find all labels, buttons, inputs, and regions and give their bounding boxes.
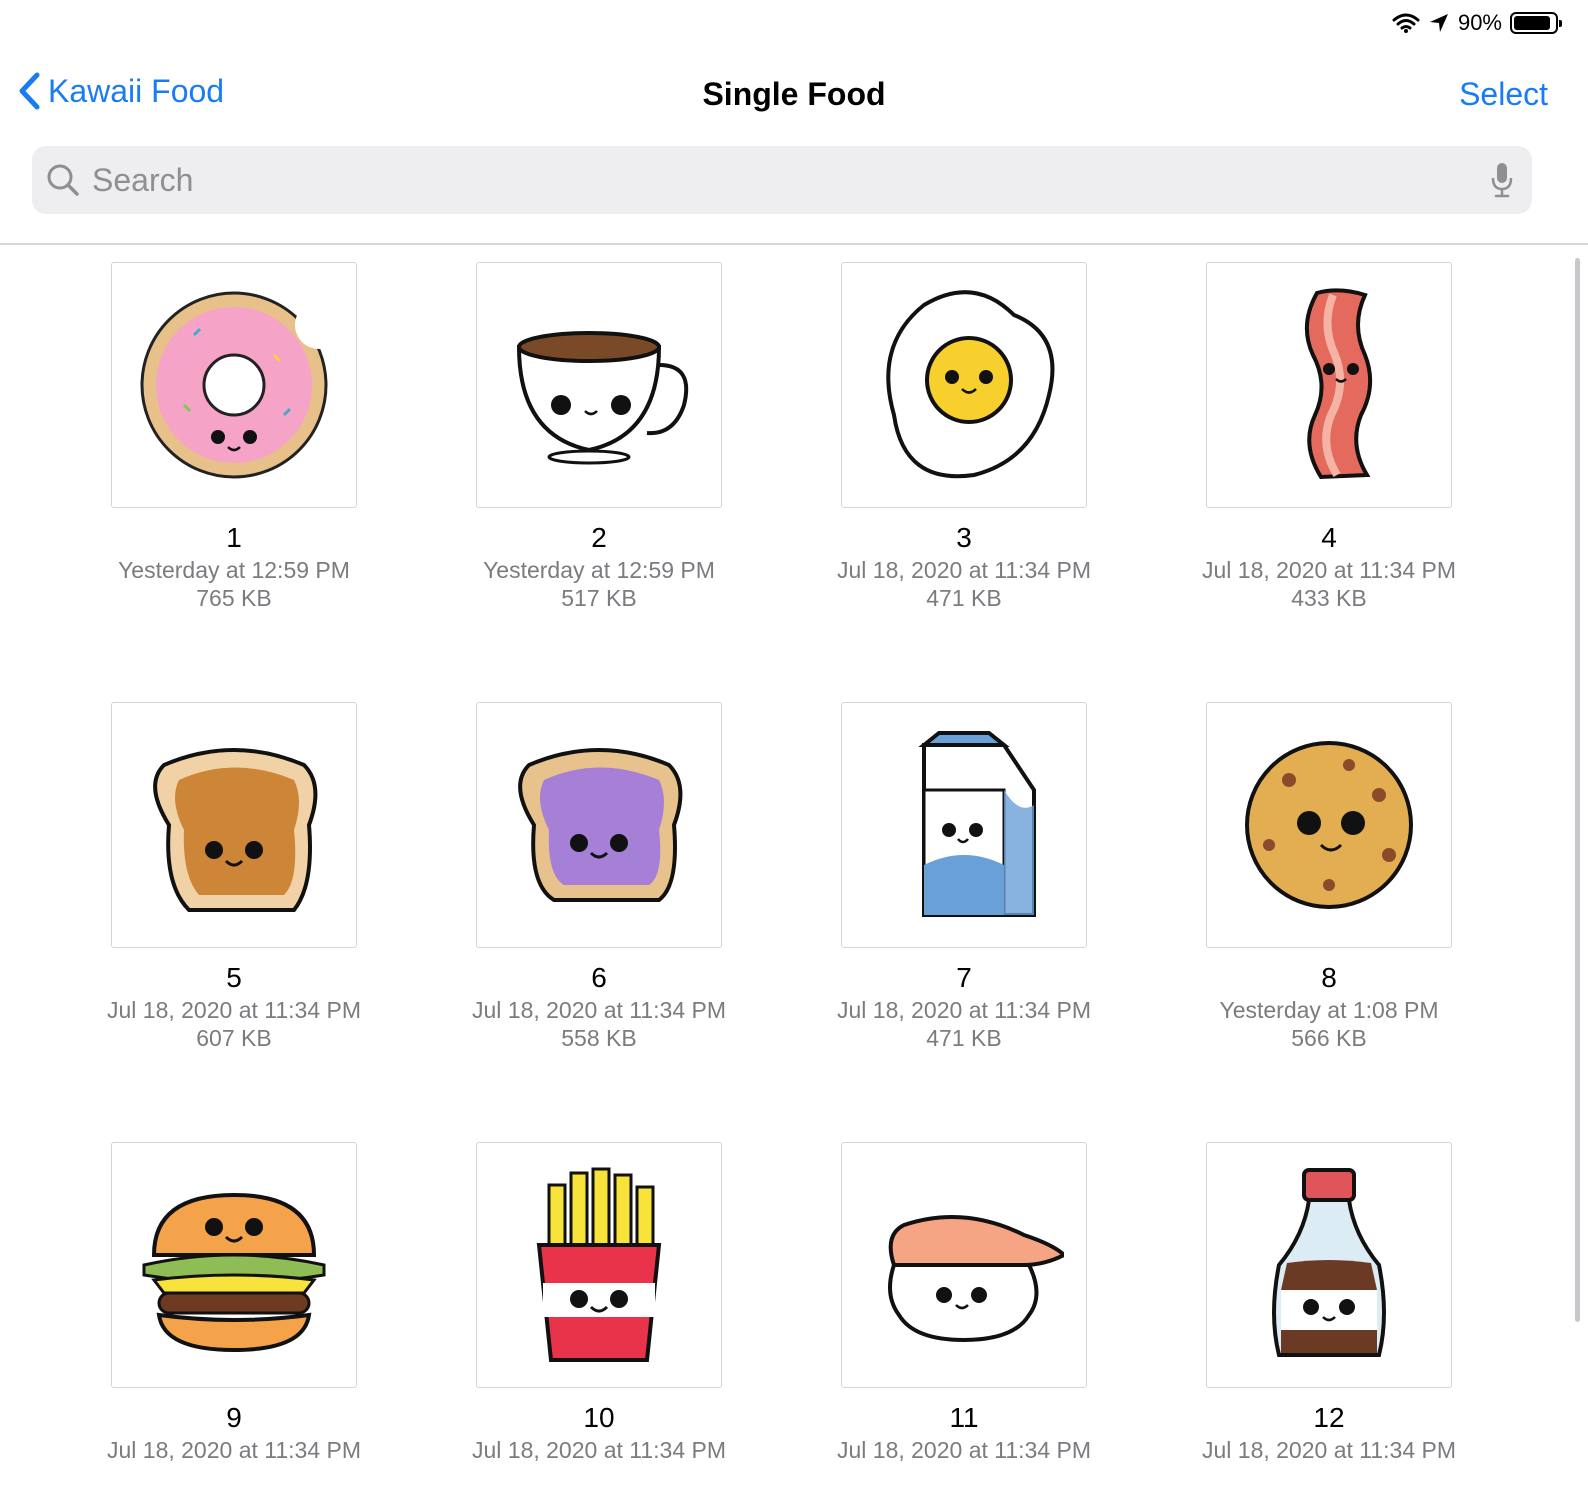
- file-item[interactable]: 10 Jul 18, 2020 at 11:34 PM: [449, 1142, 749, 1466]
- file-thumbnail[interactable]: [841, 262, 1087, 508]
- file-thumbnail[interactable]: [1206, 262, 1452, 508]
- navigation-bar: Kawaii Food Single Food Select: [0, 62, 1588, 126]
- file-size: 765 KB: [196, 585, 272, 611]
- battery-percent: 90%: [1457, 10, 1502, 35]
- file-name: 4: [1321, 522, 1337, 553]
- search-icon: [47, 164, 79, 196]
- file-item[interactable]: 7 Jul 18, 2020 at 11:34 PM 471 KB: [814, 702, 1114, 1050]
- file-name: 3: [956, 522, 972, 553]
- file-name: 12: [1313, 1402, 1345, 1433]
- file-item[interactable]: 1 Yesterday at 12:59 PM 765 KB: [84, 262, 384, 610]
- search-input[interactable]: [90, 160, 1490, 200]
- file-date: Jul 18, 2020 at 11:34 PM: [1201, 1437, 1457, 1463]
- file-date: Jul 18, 2020 at 11:34 PM: [106, 1437, 362, 1463]
- file-size: 471 KB: [926, 585, 1002, 611]
- file-date: Jul 18, 2020 at 11:34 PM: [471, 1437, 727, 1463]
- file-date: Jul 18, 2020 at 11:34 PM: [471, 997, 727, 1023]
- file-item[interactable]: 9 Jul 18, 2020 at 11:34 PM: [84, 1142, 384, 1466]
- file-size: 433 KB: [1291, 585, 1367, 611]
- file-date: Yesterday at 12:59 PM: [118, 557, 350, 583]
- milk-carton-icon: [918, 731, 1036, 917]
- file-size: 517 KB: [561, 585, 637, 611]
- file-thumbnail[interactable]: [476, 1142, 722, 1388]
- soy-sauce-icon: [1272, 1168, 1386, 1357]
- file-name: 7: [956, 962, 972, 993]
- file-name: 5: [226, 962, 242, 993]
- fried-egg-icon: [886, 290, 1055, 479]
- file-thumbnail[interactable]: [1206, 1142, 1452, 1388]
- file-size: 558 KB: [561, 1025, 637, 1051]
- file-date: Jul 18, 2020 at 11:34 PM: [106, 997, 362, 1023]
- file-item[interactable]: 5 Jul 18, 2020 at 11:34 PM 607 KB: [84, 702, 384, 1050]
- file-date: Jul 18, 2020 at 11:34 PM: [836, 997, 1092, 1023]
- page-title: Single Food: [702, 76, 886, 112]
- fries-icon: [536, 1167, 662, 1362]
- file-grid: 1 Yesterday at 12:59 PM 765 KB 2 Yesterd…: [0, 262, 1588, 1502]
- battery-icon: [1510, 12, 1562, 34]
- status-bar: 90%: [1392, 8, 1562, 38]
- file-thumbnail[interactable]: [841, 1142, 1087, 1388]
- file-size: 566 KB: [1291, 1025, 1367, 1051]
- file-name: 1: [226, 522, 242, 553]
- bacon-icon: [1304, 288, 1373, 480]
- scrollbar[interactable]: [1575, 258, 1580, 1322]
- peanut-butter-toast-icon: [153, 748, 318, 912]
- burger-icon: [142, 1192, 326, 1353]
- file-thumbnail[interactable]: [476, 262, 722, 508]
- battery-level: [1514, 16, 1550, 30]
- file-name: 8: [1321, 962, 1337, 993]
- file-date: Jul 18, 2020 at 11:34 PM: [1201, 557, 1457, 583]
- file-size: 607 KB: [196, 1025, 272, 1051]
- file-item[interactable]: 2 Yesterday at 12:59 PM 517 KB: [449, 262, 749, 610]
- cookie-icon: [1245, 741, 1413, 909]
- file-item[interactable]: 4 Jul 18, 2020 at 11:34 PM 433 KB: [1179, 262, 1479, 610]
- file-date: Jul 18, 2020 at 11:34 PM: [836, 1437, 1092, 1463]
- file-item[interactable]: 11 Jul 18, 2020 at 11:34 PM: [814, 1142, 1114, 1466]
- file-name: 10: [583, 1402, 615, 1433]
- sushi-icon: [888, 1215, 1064, 1343]
- file-item[interactable]: 6 Jul 18, 2020 at 11:34 PM 558 KB: [449, 702, 749, 1050]
- jelly-toast-icon: [518, 748, 683, 902]
- file-name: 2: [591, 522, 607, 553]
- file-item[interactable]: 12 Jul 18, 2020 at 11:34 PM: [1179, 1142, 1479, 1466]
- file-thumbnail[interactable]: [476, 702, 722, 948]
- wifi-icon: [1392, 13, 1420, 33]
- file-thumbnail[interactable]: [1206, 702, 1452, 948]
- file-thumbnail[interactable]: [111, 1142, 357, 1388]
- file-thumbnail[interactable]: [111, 702, 357, 948]
- file-date: Yesterday at 1:08 PM: [1219, 997, 1439, 1023]
- select-button[interactable]: Select: [1459, 76, 1548, 113]
- file-size: 471 KB: [926, 1025, 1002, 1051]
- file-name: 11: [949, 1402, 979, 1433]
- header-divider: [0, 243, 1588, 245]
- file-item[interactable]: 3 Jul 18, 2020 at 11:34 PM 471 KB: [814, 262, 1114, 610]
- microphone-icon[interactable]: [1490, 161, 1514, 199]
- coffee-cup-icon: [516, 331, 689, 465]
- file-name: 6: [591, 962, 607, 993]
- file-thumbnail[interactable]: [841, 702, 1087, 948]
- file-date: Yesterday at 12:59 PM: [483, 557, 715, 583]
- location-arrow-icon: [1429, 14, 1448, 32]
- file-name: 9: [226, 1402, 242, 1433]
- file-thumbnail[interactable]: [111, 262, 357, 508]
- search-bar[interactable]: [32, 146, 1532, 214]
- donut-icon: [140, 291, 334, 479]
- file-item[interactable]: 8 Yesterday at 1:08 PM 566 KB: [1179, 702, 1479, 1050]
- file-date: Jul 18, 2020 at 11:34 PM: [836, 557, 1092, 583]
